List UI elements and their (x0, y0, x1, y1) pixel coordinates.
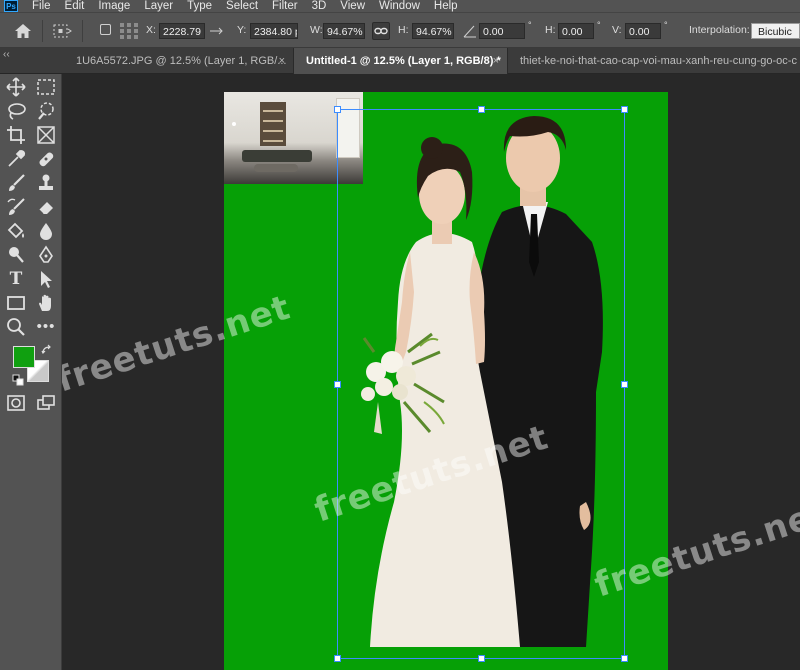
brush-tool-icon[interactable] (5, 172, 27, 194)
rotation-angle-field[interactable]: 0.00 (479, 23, 525, 39)
document-tab-bar: ‹‹ 1U6A5572.JPG @ 12.5% (Layer 1, RGB/..… (0, 48, 800, 74)
y-label: Y: (237, 24, 247, 36)
transform-handle-top[interactable] (478, 106, 485, 113)
tab-document-1[interactable]: 1U6A5572.JPG @ 12.5% (Layer 1, RGB/... × (64, 48, 294, 74)
blur-tool-icon[interactable] (35, 220, 57, 242)
path-selection-tool-icon[interactable] (35, 268, 57, 290)
transform-handle-right[interactable] (621, 381, 628, 388)
transform-handle-top-right[interactable] (621, 106, 628, 113)
menu-layer[interactable]: Layer (138, 0, 181, 12)
menu-edit[interactable]: Edit (59, 0, 93, 12)
eraser-tool-icon[interactable] (35, 196, 57, 218)
x-label: X: (146, 24, 156, 36)
link-icon[interactable] (372, 22, 390, 40)
menu-bar: Ps File Edit Image Layer Type Select Fil… (0, 0, 800, 12)
options-bar: X: 2228.79 px Y: 2384.80 px W: 94.67% H:… (0, 12, 800, 48)
photoshop-logo-icon: Ps (4, 0, 18, 12)
checkbox[interactable] (100, 24, 111, 35)
x-position-field[interactable]: 2228.79 px (159, 23, 205, 39)
vertical-skew-field[interactable]: 0.00 (625, 23, 661, 39)
interpolation-select[interactable]: Bicubic (751, 23, 800, 39)
history-brush-tool-icon[interactable] (5, 196, 27, 218)
pen-tool-icon[interactable] (35, 244, 57, 266)
menu-file[interactable]: File (26, 0, 59, 12)
swap-colors-icon[interactable] (41, 344, 53, 356)
transform-handle-bottom-left[interactable] (334, 655, 341, 662)
close-icon[interactable]: × (493, 48, 499, 74)
separator (42, 20, 43, 42)
tab-label: 1U6A5572.JPG @ 12.5% (Layer 1, RGB/... (76, 55, 287, 67)
tools-panel: T ••• (0, 74, 62, 670)
tab-document-3[interactable]: thiet-ke-noi-that-cao-cap-voi-mau-xanh-r… (508, 48, 800, 74)
move-tool-icon[interactable] (5, 76, 27, 98)
home-icon[interactable] (14, 23, 32, 39)
tab-label: thiet-ke-noi-that-cao-cap-voi-mau-xanh-r… (520, 55, 797, 67)
height-label: H: (398, 24, 409, 36)
transform-handle-bottom-right[interactable] (621, 655, 628, 662)
tab-label: Untitled-1 @ 12.5% (Layer 1, RGB/8) * (306, 55, 501, 67)
zoom-tool-icon[interactable] (5, 316, 27, 338)
horizontal-skew-label: H: (545, 24, 556, 36)
screen-mode-icon[interactable] (35, 392, 57, 414)
hand-tool-icon[interactable] (35, 292, 57, 314)
close-icon[interactable]: × (279, 48, 285, 74)
separator (82, 20, 83, 42)
rectangle-tool-icon[interactable] (5, 292, 27, 314)
vertical-skew-label: V: (612, 24, 622, 36)
reference-point-icon[interactable] (52, 23, 72, 39)
horizontal-skew-field[interactable]: 0.00 (558, 23, 594, 39)
menu-3d[interactable]: 3D (306, 0, 335, 12)
menu-window[interactable]: Window (373, 0, 428, 12)
document-workspace[interactable]: freetuts.net freetuts.net freetuts.net (62, 74, 800, 670)
frame-tool-icon[interactable] (35, 124, 57, 146)
foreground-color-swatch[interactable] (13, 346, 35, 368)
transform-bounding-box[interactable] (334, 106, 628, 662)
menu-type[interactable]: Type (181, 0, 220, 12)
menu-image[interactable]: Image (92, 0, 138, 12)
degree-symbol: ° (664, 20, 668, 30)
transform-handle-top-left[interactable] (334, 106, 341, 113)
lasso-tool-icon[interactable] (5, 100, 27, 122)
menu-view[interactable]: View (334, 0, 373, 12)
healing-brush-tool-icon[interactable] (35, 148, 57, 170)
type-tool-icon[interactable]: T (5, 268, 27, 290)
degree-symbol: ° (528, 20, 532, 30)
tab-document-2[interactable]: Untitled-1 @ 12.5% (Layer 1, RGB/8) * × (294, 48, 508, 74)
default-colors-icon[interactable] (12, 374, 24, 386)
height-field[interactable]: 94.67% (412, 23, 454, 39)
menu-help[interactable]: Help (428, 0, 466, 12)
degree-symbol: ° (597, 20, 601, 30)
more-tools-icon[interactable]: ••• (35, 316, 57, 338)
transform-handle-left[interactable] (334, 381, 341, 388)
grid-icon (120, 23, 138, 39)
transform-handle-bottom[interactable] (478, 655, 485, 662)
y-position-field[interactable]: 2384.80 px (250, 23, 298, 39)
quick-selection-tool-icon[interactable] (35, 100, 57, 122)
collapse-panels-icon[interactable]: ‹‹ (3, 49, 10, 60)
paint-bucket-tool-icon[interactable] (5, 220, 27, 242)
clone-stamp-tool-icon[interactable] (35, 172, 57, 194)
marquee-tool-icon[interactable] (35, 76, 57, 98)
relative-position-icon[interactable] (209, 25, 223, 37)
quick-mask-icon[interactable] (5, 392, 27, 414)
eyedropper-tool-icon[interactable] (5, 148, 27, 170)
interpolation-label: Interpolation: (689, 24, 750, 36)
width-label: W: (310, 24, 323, 36)
menu-select[interactable]: Select (220, 0, 266, 12)
menu-filter[interactable]: Filter (266, 0, 306, 12)
width-field[interactable]: 94.67% (323, 23, 365, 39)
dodge-tool-icon[interactable] (5, 244, 27, 266)
angle-icon (463, 25, 476, 38)
crop-tool-icon[interactable] (5, 124, 27, 146)
